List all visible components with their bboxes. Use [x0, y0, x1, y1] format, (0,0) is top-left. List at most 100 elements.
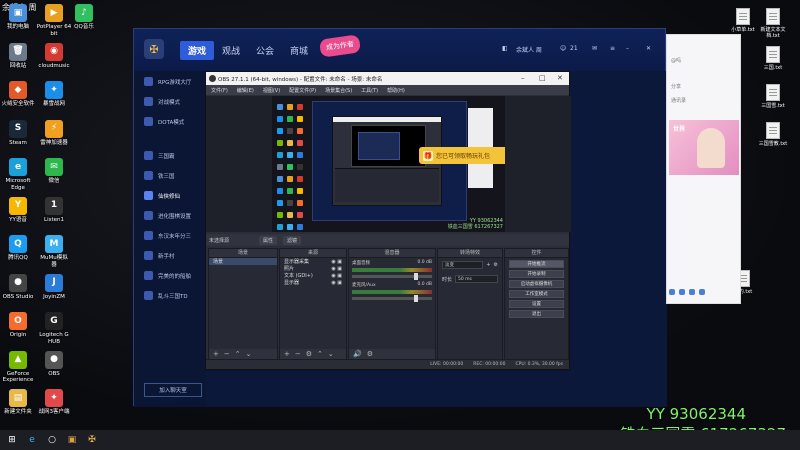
mail-icon[interactable]: ✉	[592, 45, 597, 52]
eye-icon[interactable]: ◉ ▣	[331, 266, 342, 272]
eye-icon[interactable]: ◉ ▣	[331, 259, 342, 265]
filters-button[interactable]: 滤镜	[283, 235, 302, 245]
source-item[interactable]: 照片 ◉ ▣	[280, 265, 346, 272]
sidebar-item[interactable]: 东汉末年分三	[144, 231, 191, 240]
menu-icon[interactable]: ≡	[610, 45, 615, 52]
nav-tab-game[interactable]: 游戏	[180, 41, 215, 60]
gear-icon[interactable]: ⚙	[367, 350, 373, 358]
control-button[interactable]: 开始推流	[509, 260, 564, 268]
friends-icon[interactable]: ☺	[560, 45, 566, 52]
join-chatroom-button[interactable]: 加入聊天室	[144, 383, 202, 397]
remove-icon[interactable]: −	[224, 350, 230, 358]
properties-button[interactable]: 属性	[259, 235, 278, 245]
desktop-icon[interactable]: 🗑 回收站	[0, 42, 36, 70]
obs-menu-item[interactable]: 编辑(E)	[237, 87, 254, 94]
desktop-file[interactable]: 三国雪.txt	[758, 84, 788, 109]
gear-icon[interactable]: ⚙	[494, 262, 498, 268]
desktop-file[interactable]: 新建文本文 档.txt	[758, 8, 788, 39]
move-up-icon[interactable]: ⌃	[317, 350, 323, 358]
obs-menu-item[interactable]: 帮助(H)	[387, 87, 405, 94]
nav-tab-spectate[interactable]: 观战	[222, 44, 240, 57]
remove-icon[interactable]: −	[295, 350, 301, 358]
sidebar-item[interactable]: DOTA模式	[144, 117, 184, 126]
sidebar-item[interactable]: 对战模式	[144, 97, 180, 106]
launcher-username[interactable]: 余斌人 周	[516, 45, 542, 54]
desktop-icon[interactable]: Q 腾讯QQ	[0, 235, 36, 262]
desktop-icon[interactable]: ▲ GeForce Experience	[0, 350, 36, 384]
app-icon[interactable]: ▣	[66, 434, 78, 446]
more-icon[interactable]	[699, 289, 705, 295]
move-down-icon[interactable]: ⌄	[328, 350, 334, 358]
obs-menu-item[interactable]: 场景集合(S)	[325, 87, 352, 94]
sidebar-item[interactable]: RPG游戏大厅	[144, 77, 191, 86]
sidebar-item[interactable]: 三国霸	[144, 151, 175, 160]
source-item[interactable]: 显示器 ◉ ▣	[280, 279, 346, 286]
volume-slider[interactable]	[352, 273, 432, 280]
desktop-file[interactable]: 三国.txt	[758, 46, 788, 71]
desktop-icon[interactable]: ✉ 微信	[36, 158, 72, 185]
search-icon[interactable]: ○	[46, 434, 58, 446]
desktop-file[interactable]: 三国雪教.txt	[758, 122, 788, 147]
become-author-badge[interactable]: 成为作者	[318, 34, 362, 58]
close-icon[interactable]: ✕	[646, 45, 651, 52]
add-icon[interactable]: +	[486, 262, 490, 268]
control-button[interactable]: 启动虚拟摄像机	[509, 280, 564, 288]
desktop-icon[interactable]: ✦ 暴雪战网	[36, 81, 72, 108]
desktop-icon[interactable]: 1 Listen1	[36, 196, 72, 224]
desktop-icon[interactable]: ✦ 战网3客户端	[36, 389, 72, 416]
desktop-icon[interactable]: G Logitech G HUB	[36, 312, 72, 345]
chat-banner[interactable]: 世界	[669, 120, 739, 175]
eye-icon[interactable]: ◉ ▣	[331, 273, 342, 279]
desktop-icon[interactable]: ▤ 新建文件夹	[0, 389, 36, 416]
obs-preview[interactable]: 🎁 您已可领取畅玩礼包 YY 93062344 铁血三国雪 617267327	[272, 96, 505, 232]
desktop-icon[interactable]: Y YY语音	[0, 196, 36, 224]
video-icon[interactable]	[669, 289, 675, 295]
avatar-icon[interactable]: ◧	[502, 45, 508, 52]
desktop-icon[interactable]: J JoyinZM	[36, 273, 72, 301]
control-button[interactable]: 工作室模式	[509, 290, 564, 298]
nav-tab-store[interactable]: 商城	[290, 44, 308, 57]
obs-menu-item[interactable]: 工具(T)	[361, 87, 378, 94]
desktop-icon[interactable]: ▣ 我的电脑	[0, 4, 36, 31]
sidebar-item[interactable]: 仙侠修仙	[144, 191, 180, 200]
speaker-icon[interactable]: 🔊	[353, 350, 362, 358]
move-down-icon[interactable]: ⌄	[246, 350, 252, 358]
obs-menu-item[interactable]: 文件(F)	[211, 87, 228, 94]
desktop-icon[interactable]: e Microsoft Edge	[0, 158, 36, 191]
desktop-icon[interactable]: ⚡ 雷神加速器	[36, 119, 72, 147]
desktop-icon[interactable]: ◆ 火绒安全软件	[0, 81, 36, 108]
obs-titlebar[interactable]: OBS 27.1.1 (64-bit, windows) - 配置文件: 未命名…	[206, 72, 569, 85]
desktop-icon[interactable]: ● OBS	[36, 350, 72, 378]
control-button[interactable]: 退出	[509, 310, 564, 318]
volume-slider[interactable]	[352, 295, 432, 302]
desktop-icon[interactable]: M MuMu模拟 器	[36, 235, 72, 268]
sidebar-item[interactable]: 完美的的船舶	[144, 271, 191, 280]
desktop-icon[interactable]: S Steam	[0, 119, 36, 147]
add-icon[interactable]: +	[213, 350, 219, 358]
minimize-icon[interactable]: –	[626, 45, 629, 52]
maximize-icon[interactable]: □	[539, 74, 546, 82]
source-item[interactable]: 显示器采集 ◉ ▣	[280, 258, 346, 265]
move-up-icon[interactable]: ⌃	[235, 350, 241, 358]
add-icon[interactable]: +	[284, 350, 290, 358]
desktop-file[interactable]: 小草单.txt	[728, 8, 758, 33]
source-item[interactable]: 文本 (GDI+) ◉ ▣	[280, 272, 346, 279]
transition-select[interactable]: 淡变	[442, 261, 484, 269]
game-icon[interactable]: ✠	[86, 434, 98, 446]
control-button[interactable]: 开始录制	[509, 270, 564, 278]
obs-menu-item[interactable]: 配置文件(P)	[289, 87, 316, 94]
desktop-icon[interactable]: ♪ QQ音乐	[66, 4, 102, 31]
sidebar-item[interactable]: 新手村	[144, 251, 175, 260]
sidebar-item[interactable]: 进化围棋设置	[144, 211, 191, 220]
nav-tab-guild[interactable]: 公会	[256, 44, 274, 57]
scene-item[interactable]: 场景	[209, 258, 277, 265]
duration-input[interactable]: 50 ms	[455, 275, 498, 283]
phone-icon[interactable]	[679, 289, 685, 295]
control-button[interactable]: 设置	[509, 300, 564, 308]
minimize-icon[interactable]: –	[521, 74, 525, 82]
desktop-icon[interactable]: ● OBS Studio	[0, 273, 36, 301]
sidebar-item[interactable]: 铁三国	[144, 171, 175, 180]
edge-icon[interactable]: e	[26, 434, 38, 446]
desktop-icon[interactable]: O Origin	[0, 312, 36, 339]
gift-toast[interactable]: 🎁 您已可领取畅玩礼包	[419, 147, 505, 164]
